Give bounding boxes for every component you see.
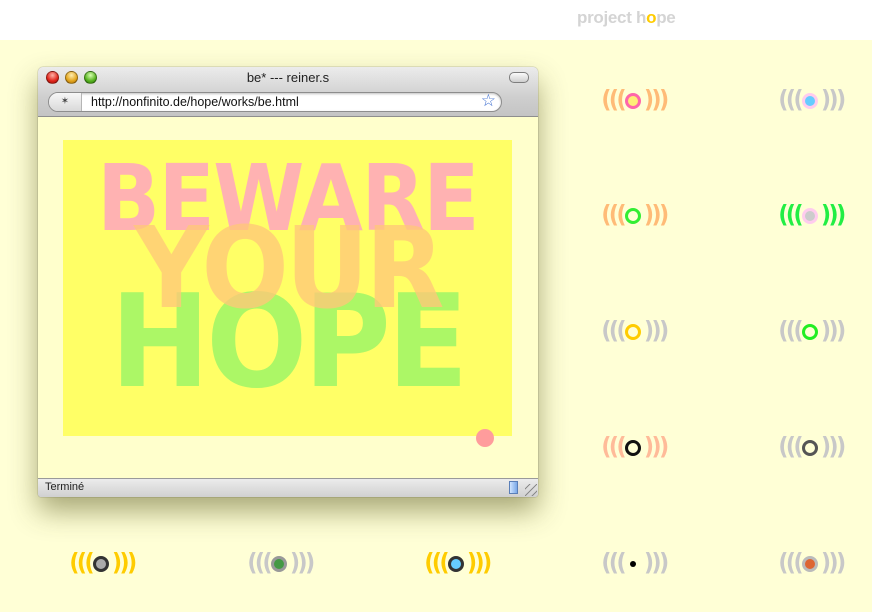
broadcast-signal-icon[interactable]: ((())) (246, 549, 316, 579)
status-bar: Terminé (38, 478, 538, 497)
signal-waves-right: ))) (644, 549, 669, 578)
signal-waves-right: ))) (821, 549, 846, 578)
beware-your-hope-poster: BEWARE HOPE YOUR (63, 140, 512, 436)
signal-waves-left: ((( (601, 433, 626, 462)
signal-dot (625, 440, 641, 456)
top-bar: project hope (0, 0, 872, 40)
broadcast-signal-icon[interactable]: ((())) (600, 549, 670, 579)
bookmark-star-icon[interactable]: ☆ (481, 91, 496, 111)
signal-waves-right: ))) (112, 549, 137, 578)
signal-dot (802, 93, 818, 109)
resize-grip-icon[interactable] (525, 484, 537, 496)
project-hope-logo[interactable]: project hope (577, 8, 676, 28)
signal-dot (802, 324, 818, 340)
signal-dot (271, 556, 287, 572)
broadcast-signal-icon[interactable]: ((())) (600, 201, 670, 231)
poster-word-your: YOUR (134, 204, 445, 334)
signal-dot (625, 208, 641, 224)
signal-waves-left: ((( (778, 317, 803, 346)
broadcast-signal-icon[interactable]: ((())) (423, 549, 493, 579)
signal-waves-right: ))) (821, 317, 846, 346)
signal-waves-left: ((( (601, 549, 626, 578)
signal-waves-right: ))) (644, 86, 669, 115)
signal-waves-right: ))) (644, 433, 669, 462)
signal-dot (448, 556, 464, 572)
window-titlebar[interactable]: be* --- reiner.s ✶ http://nonfinito.de/h… (38, 67, 538, 117)
broadcast-signal-icon[interactable]: ((())) (600, 86, 670, 116)
browser-window: be* --- reiner.s ✶ http://nonfinito.de/h… (38, 67, 538, 497)
signal-waves-left: ((( (601, 86, 626, 115)
signal-dot (802, 556, 818, 572)
signal-waves-right: ))) (467, 549, 492, 578)
broadcast-signal-icon[interactable]: ((())) (600, 433, 670, 463)
site-identity-icon[interactable]: ✶ (49, 93, 82, 111)
signal-dot (625, 93, 641, 109)
signal-dot (93, 556, 109, 572)
signal-dot (630, 561, 636, 567)
signal-dot (625, 324, 641, 340)
signal-waves-left: ((( (424, 549, 449, 578)
signal-waves-left: ((( (69, 549, 94, 578)
signal-waves-left: ((( (778, 86, 803, 115)
signal-waves-right: ))) (644, 201, 669, 230)
window-title: be* --- reiner.s (246, 70, 330, 85)
broadcast-signal-icon[interactable]: ((())) (777, 86, 847, 116)
signal-waves-right: ))) (821, 433, 846, 462)
toolbar-toggle-button[interactable] (509, 72, 529, 83)
pink-dot (476, 429, 494, 447)
signal-waves-right: ))) (821, 201, 846, 230)
broadcast-signal-icon[interactable]: ((())) (777, 201, 847, 231)
signal-dot (802, 440, 818, 456)
page-viewport: BEWARE HOPE YOUR (38, 117, 538, 478)
logo-text-highlight: o (646, 8, 657, 27)
logo-text-end: pe (656, 8, 676, 27)
broadcast-signal-icon[interactable]: ((())) (777, 433, 847, 463)
signal-waves-right: ))) (821, 86, 846, 115)
address-bar[interactable]: ✶ http://nonfinito.de/hope/works/be.html… (48, 91, 502, 112)
signal-waves-left: ((( (601, 201, 626, 230)
logo-text-start: project h (577, 8, 647, 27)
broadcast-signal-icon[interactable]: ((())) (777, 317, 847, 347)
broadcast-signal-icon[interactable]: ((())) (600, 317, 670, 347)
signal-waves-right: ))) (644, 317, 669, 346)
signal-waves-left: ((( (247, 549, 272, 578)
signal-waves-left: ((( (778, 201, 803, 230)
signal-waves-left: ((( (778, 433, 803, 462)
url-text[interactable]: http://nonfinito.de/hope/works/be.html (91, 95, 299, 109)
page-status-icon (509, 481, 518, 494)
status-text: Terminé (45, 481, 85, 493)
signal-waves-right: ))) (290, 549, 315, 578)
signal-dot (802, 208, 818, 224)
broadcast-signal-icon[interactable]: ((())) (777, 549, 847, 579)
signal-waves-left: ((( (778, 549, 803, 578)
broadcast-signal-icon[interactable]: ((())) (68, 549, 138, 579)
signal-waves-left: ((( (601, 317, 626, 346)
